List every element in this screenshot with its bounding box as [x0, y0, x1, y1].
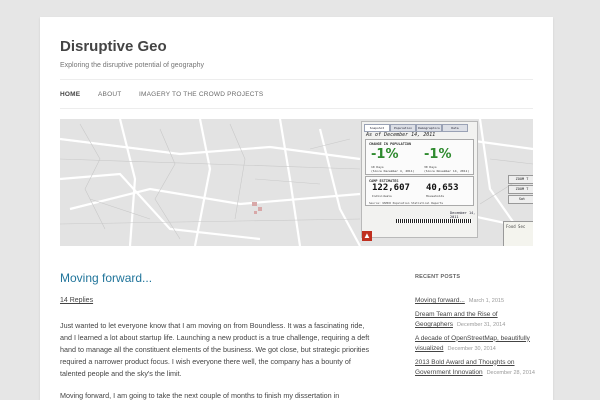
change-10-day-label: 10 Days (Since December 4, 2011) [371, 165, 415, 173]
list-item: A decade of OpenStreetMap, beautifully v… [415, 334, 550, 355]
list-item: 2013 Bold Award and Thoughts on Governme… [415, 358, 550, 379]
tab-snapshot[interactable]: Snapshot [364, 124, 390, 132]
population-dashboard-panel: Snapshot Population Demographics Data As… [361, 121, 478, 238]
unhcr-logo-icon: ▲ [362, 231, 372, 241]
main-navigation: HOME ABOUT IMAGERY TO THE CROWD PROJECTS [60, 79, 533, 109]
recent-post-link[interactable]: Moving forward... [415, 297, 465, 304]
change-in-population-box: CHANGE IN POPULATION -1% 10 Days (Since … [365, 139, 474, 175]
individuals-label: Individuals [372, 194, 392, 198]
nav-item-home[interactable]: HOME [60, 91, 80, 98]
change-heading: CHANGE IN POPULATION [369, 142, 412, 146]
households-value: 40,653 [426, 183, 459, 193]
recent-posts-heading: RECENT POSTS [415, 274, 461, 280]
recent-post-date: March 1, 2015 [468, 298, 505, 304]
nav-item-imagery-projects[interactable]: IMAGERY TO THE CROWD PROJECTS [139, 91, 263, 98]
site-description: Exploring the disruptive potential of ge… [60, 62, 204, 69]
post-title[interactable]: Moving forward... [60, 271, 152, 285]
list-item: Dream Team and the Rise of Geographers De… [415, 310, 550, 331]
nav-item-about[interactable]: ABOUT [98, 91, 121, 98]
recent-post-date: December 30, 2014 [447, 346, 496, 352]
data-source: Source: UNHCR Population Statistical Rep… [369, 201, 444, 205]
individuals-value: 122,607 [372, 183, 410, 193]
post-paragraph-1: Just wanted to let everyone know that I … [60, 321, 370, 378]
post-paragraph-2: Moving forward, I am going to take the n… [60, 391, 340, 400]
recent-post-date: December 28, 2014 [486, 370, 535, 376]
zoom-button-1[interactable]: ZOOM T [508, 175, 533, 184]
site-title[interactable]: Disruptive Geo [60, 38, 167, 55]
food-security-label: Food Sec [506, 224, 526, 229]
change-10-day-value: -1% [371, 147, 399, 162]
replies-link[interactable]: 14 Replies [60, 297, 93, 304]
zoom-button-2[interactable]: ZOOM T [508, 185, 533, 194]
timeline-slider[interactable] [396, 219, 472, 223]
tab-data[interactable]: Data [442, 124, 468, 132]
camp-estimates-box: CAMP ESTIMATES 122,607 Individuals 40,65… [365, 176, 474, 206]
timeline-date: December 14, 2011 [450, 211, 476, 219]
recent-post-date: December 31, 2014 [456, 322, 506, 328]
recent-posts-list: Moving forward... March 1, 2015 Dream Tea… [415, 296, 550, 382]
list-item: Moving forward... March 1, 2015 [415, 296, 550, 307]
tab-population[interactable]: Population [390, 124, 416, 132]
households-label: Households [426, 194, 445, 198]
food-security-legend: Food Sec [503, 221, 533, 246]
as-of-date: As of December 14, 2011 [366, 132, 436, 138]
tab-demographics[interactable]: Demographics [416, 124, 442, 132]
header-banner-image: Snapshot Population Demographics Data As… [60, 119, 533, 246]
change-30-day-value: -1% [424, 147, 452, 162]
page-container: Disruptive Geo Exploring the disruptive … [40, 17, 553, 400]
satellite-button[interactable]: Sat [508, 195, 533, 204]
change-30-day-label: 30 Days (Since November 14, 2011) [424, 165, 470, 173]
